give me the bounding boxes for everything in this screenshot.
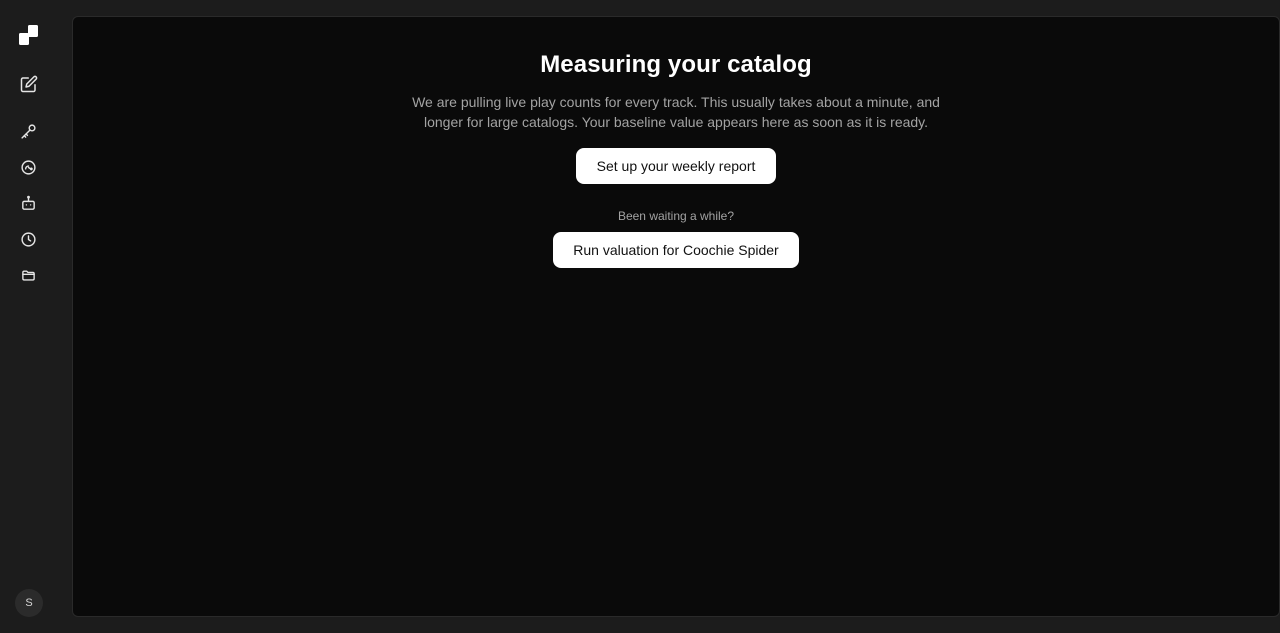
app-logo-icon[interactable] bbox=[19, 25, 38, 45]
avatar-initial: S bbox=[25, 597, 33, 609]
nav-edit-button[interactable] bbox=[16, 71, 41, 96]
status-description: We are pulling live play counts for ever… bbox=[412, 94, 940, 130]
waiting-prompt: Been waiting a while? bbox=[617, 209, 735, 223]
nav-robot-button[interactable] bbox=[16, 191, 41, 216]
app-root: S Measuring your catalog We are pulling … bbox=[0, 0, 1280, 633]
edit-icon bbox=[20, 75, 38, 93]
robot-icon bbox=[20, 195, 37, 212]
page-title: Measuring your catalog bbox=[540, 51, 812, 78]
main-panel: Measuring your catalog We are pulling li… bbox=[72, 16, 1280, 617]
run-valuation-button[interactable]: Run valuation for Coochie Spider bbox=[553, 232, 799, 268]
nav-gauge-button[interactable] bbox=[16, 155, 41, 180]
clock-icon bbox=[20, 231, 37, 248]
gauge-icon bbox=[20, 159, 37, 176]
folder-icon bbox=[21, 268, 36, 283]
weekly-report-button[interactable]: Set up your weekly report bbox=[576, 148, 776, 184]
sidebar: S bbox=[0, 0, 57, 633]
nav-folder-button[interactable] bbox=[16, 263, 41, 288]
nav-history-button[interactable] bbox=[16, 227, 41, 252]
status-content: Measuring your catalog We are pulling li… bbox=[73, 17, 1279, 268]
key-icon bbox=[20, 123, 37, 140]
nav-key-button[interactable] bbox=[16, 119, 41, 144]
user-avatar[interactable]: S bbox=[15, 589, 43, 617]
